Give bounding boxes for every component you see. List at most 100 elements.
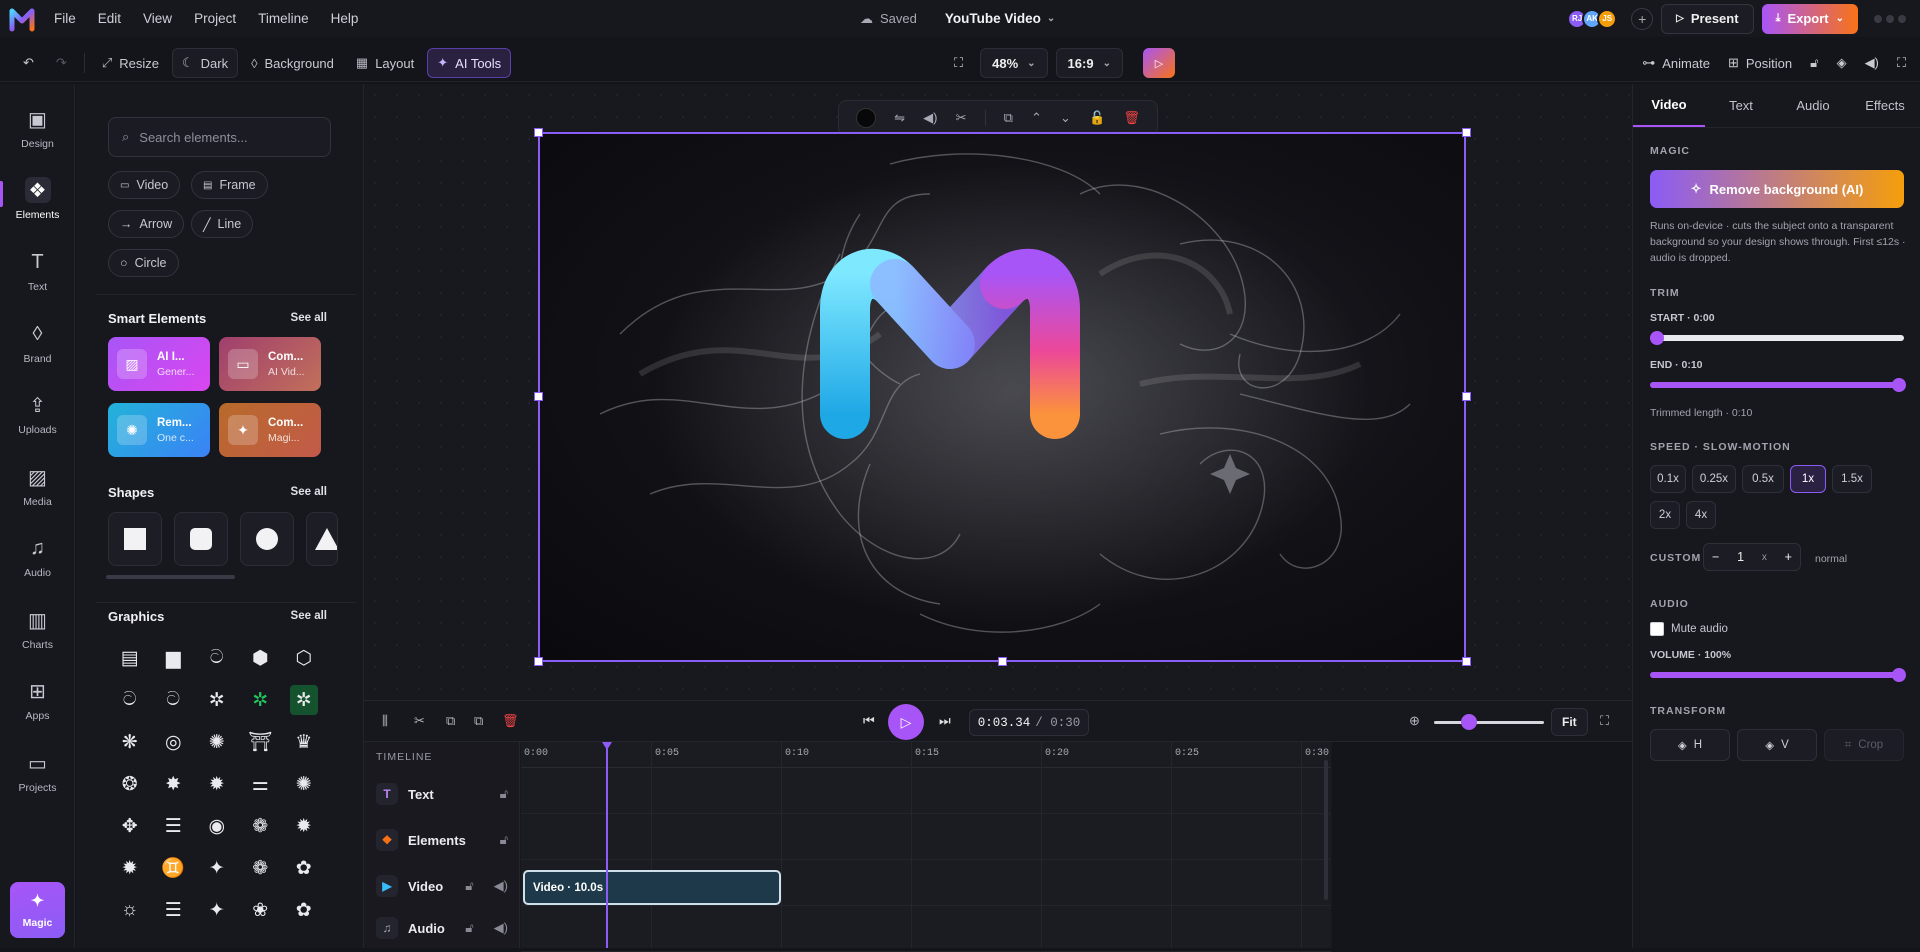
see-all-link[interactable]: See all (291, 486, 327, 498)
shape-triangle[interactable] (306, 512, 338, 566)
copy-icon[interactable]: ⧉ (446, 713, 455, 729)
shapes-scrollbar[interactable] (106, 575, 235, 579)
graphic-item[interactable]: ♊ (152, 847, 196, 889)
graphic-item[interactable]: ❀ (239, 889, 283, 931)
tab-audio[interactable]: Audio (1777, 84, 1849, 127)
track-elements[interactable]: ❖ Elements 🔓︎ (364, 818, 520, 862)
resize-handle[interactable] (534, 128, 543, 137)
slider-knob[interactable] (1650, 331, 1664, 345)
resize-handle[interactable] (534, 657, 543, 666)
video-stage[interactable] (538, 132, 1466, 662)
video-clip[interactable]: Video · 10.0s (523, 870, 781, 905)
document-title[interactable]: YouTube Video ⌄ (945, 11, 1055, 26)
nav-apps[interactable]: ⊞ Apps (0, 670, 75, 730)
graphic-item[interactable]: ❁ (239, 847, 283, 889)
lock-icon[interactable]: 🔓︎ (1810, 55, 1818, 71)
time-ruler[interactable]: 0:00 0:05 0:10 0:15 0:20 0:25 0:30 (521, 742, 1331, 768)
zoom-select[interactable]: 48% ⌄ (980, 48, 1048, 78)
skip-forward-icon[interactable]: ⏭ (939, 713, 951, 729)
aspect-ratio-select[interactable]: 16:9 ⌄ (1055, 48, 1123, 78)
remove-background-button[interactable]: ✧ Remove background (AI) (1650, 170, 1904, 208)
resize-button[interactable]: ⤢ Resize (93, 48, 168, 78)
slider-knob[interactable] (1461, 714, 1477, 730)
graphic-item[interactable]: ✺ (282, 763, 326, 805)
speaker-icon[interactable]: ◀) (494, 920, 508, 936)
layout-button[interactable]: ▦ Layout (347, 48, 423, 78)
graphic-item[interactable]: ☰ (152, 889, 196, 931)
chip-circle[interactable]: ○ Circle (108, 249, 179, 277)
graphic-item[interactable]: ❁ (239, 805, 283, 847)
smart-card[interactable]: ✺ Rem... One c... (108, 403, 210, 457)
expand-icon[interactable]: ⛶ (1897, 55, 1906, 71)
lock-icon[interactable]: 🔓︎ (500, 786, 508, 802)
graphic-item[interactable]: ✹ (195, 763, 239, 805)
smart-card[interactable]: ▭ Com... AI Vid... (219, 337, 321, 391)
graphic-item[interactable]: ✹ (108, 847, 152, 889)
minus-icon[interactable]: − (1712, 550, 1719, 564)
resize-handle[interactable] (534, 392, 543, 401)
graphic-item[interactable]: ☰ (152, 805, 196, 847)
menu-view[interactable]: View (143, 11, 172, 26)
crop-button[interactable]: ⌗ Crop (1824, 729, 1904, 761)
nav-uploads[interactable]: ⇪ Uploads (0, 384, 75, 444)
nav-brand[interactable]: ◊ Brand (0, 313, 75, 373)
lock-icon[interactable]: 🔓︎ (465, 920, 473, 936)
fit-button[interactable]: Fit (1551, 708, 1588, 736)
chevron-down-icon[interactable]: ⌄ (1060, 110, 1071, 126)
layers-icon[interactable]: ◈ (1837, 55, 1847, 71)
graphic-item[interactable]: ▆ (152, 637, 196, 679)
smart-card[interactable]: ✦ Com... Magi... (219, 403, 321, 457)
graphic-item[interactable]: ✿ (282, 847, 326, 889)
graphic-item[interactable]: ✦ (195, 847, 239, 889)
window-dot[interactable] (1874, 14, 1882, 23)
nav-audio[interactable]: ♫ Audio (0, 527, 75, 587)
graphic-item[interactable]: ❋ (108, 721, 152, 763)
speaker-icon[interactable]: ◀) (494, 878, 508, 894)
trash-icon[interactable]: 🗑 (502, 713, 519, 729)
graphic-item[interactable]: ◉ (195, 805, 239, 847)
app-logo[interactable] (8, 5, 36, 33)
graphic-item[interactable]: ✺ (195, 721, 239, 763)
speaker-icon[interactable]: ◀) (923, 110, 937, 126)
tab-effects[interactable]: Effects (1849, 84, 1920, 127)
tab-text[interactable]: Text (1705, 84, 1777, 127)
lock-icon[interactable]: 🔓 (1089, 110, 1105, 126)
flip-vertical-button[interactable]: ◈ V (1737, 729, 1817, 761)
mute-audio-checkbox[interactable] (1650, 622, 1664, 636)
graphic-item[interactable]: ✹ (282, 805, 326, 847)
graphic-item[interactable]: ✦ (195, 889, 239, 931)
trash-icon[interactable]: 🗑 (1123, 110, 1140, 126)
nav-text[interactable]: T Text (0, 241, 75, 301)
track-row[interactable] (521, 906, 1331, 952)
speed-option[interactable]: 2x (1650, 501, 1680, 529)
chevron-up-icon[interactable]: ⌃ (1031, 110, 1042, 126)
graphic-item[interactable]: ▤ (108, 637, 152, 679)
menu-timeline[interactable]: Timeline (258, 11, 309, 26)
graphic-item[interactable]: ට (108, 679, 152, 721)
avatar[interactable]: JS (1597, 8, 1618, 29)
nav-projects[interactable]: ▭ Projects (0, 742, 75, 802)
undo-icon[interactable]: ↶ (14, 48, 43, 78)
menu-edit[interactable]: Edit (98, 11, 121, 26)
track-row[interactable] (521, 814, 1331, 860)
theme-button[interactable]: ☾ Dark (171, 48, 239, 78)
animate-button[interactable]: ⊶ Animate (1642, 55, 1710, 71)
graphic-item[interactable]: ◎ (152, 721, 196, 763)
shape-rounded-square[interactable] (174, 512, 228, 566)
window-dot[interactable] (1898, 14, 1906, 23)
search-input[interactable]: ⌕ Search elements... (108, 117, 331, 157)
play-button[interactable]: ▷ (888, 704, 924, 740)
nav-charts[interactable]: ▥ Charts (0, 599, 75, 659)
speed-option[interactable]: 1x (1790, 465, 1826, 493)
speaker-icon[interactable]: ◀) (1865, 55, 1879, 71)
graphic-item[interactable]: ට (195, 637, 239, 679)
playhead[interactable] (606, 742, 608, 948)
see-all-link[interactable]: See all (291, 610, 327, 622)
lock-icon[interactable]: 🔓︎ (465, 878, 473, 894)
split-icon[interactable]: ⫼ (382, 713, 388, 729)
nav-media[interactable]: ▨ Media (0, 456, 75, 516)
menu-project[interactable]: Project (194, 11, 236, 26)
speed-option[interactable]: 0.5x (1742, 465, 1784, 493)
track-area[interactable]: 0:00 0:05 0:10 0:15 0:20 0:25 0:30 Video… (521, 742, 1331, 952)
track-audio[interactable]: ♫ Audio 🔓︎ ◀) (364, 906, 520, 950)
